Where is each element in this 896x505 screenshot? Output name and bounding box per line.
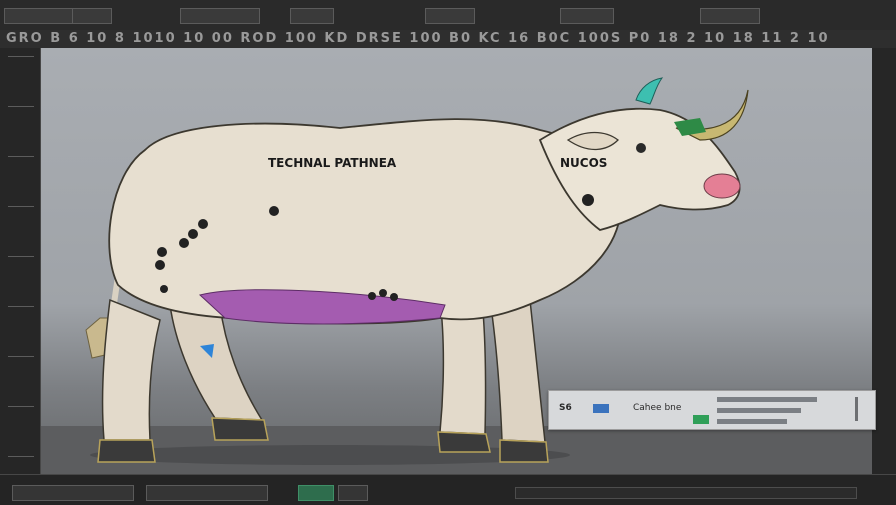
- cow-spot: [179, 238, 189, 248]
- cow-spot: [188, 229, 198, 239]
- cow-nose: [703, 173, 741, 199]
- info-panel: S6 Cahee bne: [548, 390, 876, 430]
- panel-icon-text: S6: [559, 403, 572, 413]
- ground-shadow: [90, 445, 570, 465]
- panel-row-2: [717, 408, 801, 413]
- timeline-field[interactable]: [146, 485, 268, 501]
- cow-leg-front-right: [489, 299, 546, 443]
- blue-swatch-icon[interactable]: [593, 404, 609, 413]
- timeline-field[interactable]: [12, 485, 134, 501]
- cow-spot: [157, 247, 167, 257]
- cow-spot: [155, 260, 165, 270]
- hoof-icon: [97, 439, 156, 463]
- cow-spot: [160, 285, 168, 293]
- canvas-label-neck: NUCOS: [560, 156, 608, 170]
- stop-button[interactable]: [338, 485, 368, 501]
- teal-leaf-icon: [635, 77, 664, 105]
- cow-spot: [198, 219, 208, 229]
- app-window: GRO B 6 10 8 1010 10 00 ROD 100 KD DRSE …: [0, 0, 896, 505]
- panel-slider[interactable]: [855, 397, 858, 421]
- play-button[interactable]: [298, 485, 334, 501]
- cow-eye: [636, 143, 646, 153]
- cow-spot: [269, 206, 279, 216]
- hoof-icon: [211, 417, 269, 441]
- panel-label: Cahee bne: [633, 403, 682, 413]
- hoof-icon: [437, 431, 491, 453]
- cow-spot: [379, 289, 387, 297]
- green-swatch-icon[interactable]: [693, 415, 709, 424]
- cow-spot: [368, 292, 376, 300]
- cow-leg-back-left: [101, 298, 161, 441]
- cow-leg-back-right: [169, 304, 264, 421]
- hoof-icon: [499, 439, 549, 463]
- canvas-label-main: TECHNAL PATHNEA: [268, 156, 397, 170]
- cow-spot: [390, 293, 398, 301]
- panel-row-1: [717, 397, 817, 402]
- status-field: [515, 487, 857, 499]
- cow-spot: [582, 194, 594, 206]
- bottom-toolbar: [0, 474, 896, 505]
- panel-row-3: [717, 419, 787, 424]
